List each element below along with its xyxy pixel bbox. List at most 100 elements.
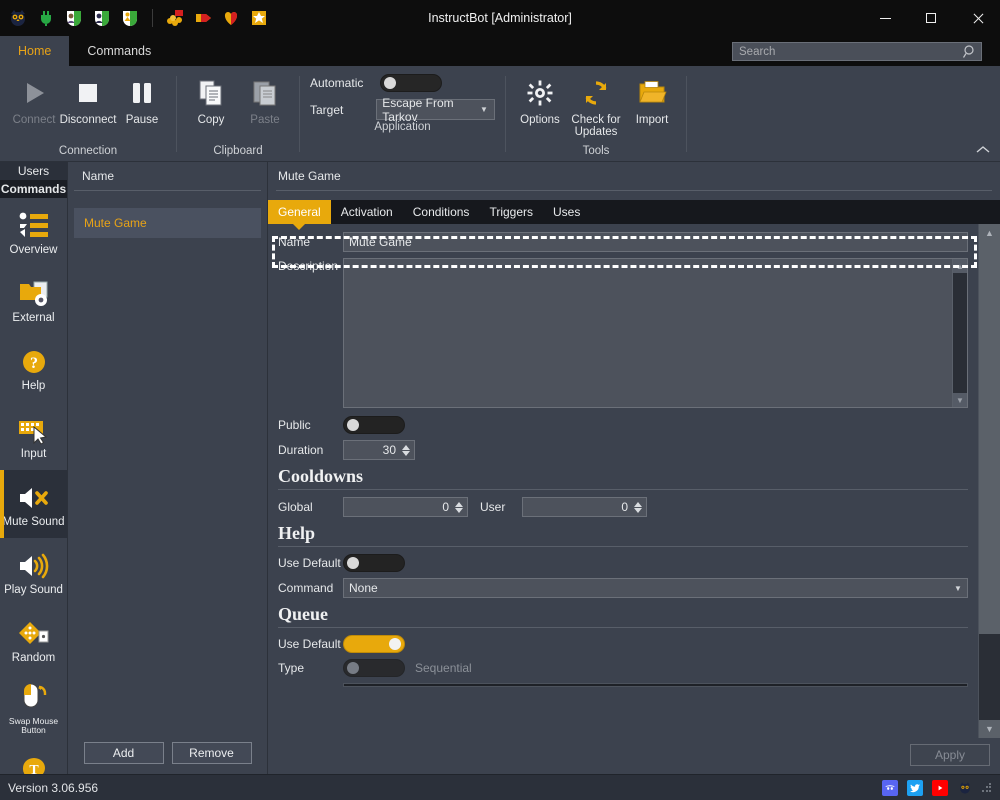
public-label: Public xyxy=(278,418,311,432)
sidebar-item-play-sound[interactable]: Play Sound xyxy=(0,538,67,606)
automatic-row: Automatic xyxy=(310,74,495,92)
profile-purple-icon[interactable] xyxy=(92,8,112,28)
disconnect-button[interactable]: Disconnect xyxy=(60,72,116,126)
target-combobox[interactable]: Escape From Tarkov ▼ xyxy=(376,96,495,124)
profile-green-icon[interactable] xyxy=(64,8,84,28)
badge-orange-icon[interactable] xyxy=(193,8,213,28)
ribbon-tab-commands[interactable]: Commands xyxy=(69,36,169,66)
play-icon xyxy=(19,76,49,110)
youtube-icon[interactable] xyxy=(932,779,948,796)
pause-button[interactable]: Pause xyxy=(116,72,168,126)
paste-button[interactable]: Paste xyxy=(239,72,291,126)
owl-logo-icon[interactable] xyxy=(8,8,28,28)
duration-stepper[interactable]: 30 xyxy=(343,440,415,460)
command-value: None xyxy=(349,581,378,595)
sidebar-header-users[interactable]: Users xyxy=(0,162,67,180)
sidebar-header-commands[interactable]: Commands xyxy=(0,180,67,198)
type-toggle[interactable] xyxy=(343,659,405,677)
sidebar-headers: Users Commands xyxy=(0,162,67,198)
add-button[interactable]: Add xyxy=(83,742,164,764)
detail-scrollbar[interactable]: ▲ ▼ xyxy=(978,224,1000,738)
twitter-icon[interactable] xyxy=(907,779,923,796)
heart-icon[interactable] xyxy=(221,8,241,28)
close-button[interactable] xyxy=(954,0,1000,36)
queue-use-default-toggle[interactable] xyxy=(343,635,405,653)
tab-triggers[interactable]: Triggers xyxy=(479,200,543,224)
apply-button[interactable]: Apply xyxy=(910,744,990,766)
sidebar-item-external[interactable]: External xyxy=(0,266,67,334)
description-label: Description xyxy=(278,259,339,273)
sidebar-label-help: Help xyxy=(21,379,46,392)
scroll-down-icon[interactable]: ▼ xyxy=(953,393,967,407)
sidebar: Users Commands Overview External ? Help xyxy=(0,162,68,774)
svg-text:T: T xyxy=(29,763,39,775)
scroll-thumb[interactable] xyxy=(979,242,1000,634)
search-icon[interactable] xyxy=(962,44,978,60)
ribbon-collapse-icon[interactable] xyxy=(976,145,990,158)
user-cooldown-value: 0 xyxy=(621,500,628,514)
check-for-updates-button[interactable]: Check for Updates xyxy=(568,72,624,138)
tab-activation[interactable]: Activation xyxy=(331,200,403,224)
type-value: Sequential xyxy=(415,661,472,675)
description-textarea[interactable]: ▲ ▼ xyxy=(343,258,968,408)
plug-icon[interactable] xyxy=(36,8,56,28)
resize-grip[interactable] xyxy=(982,782,992,793)
gear-icon xyxy=(526,76,554,110)
discord-icon[interactable] xyxy=(882,779,898,796)
speaker-play-icon xyxy=(17,549,51,583)
horizontal-scrollbar[interactable] xyxy=(343,683,968,687)
public-toggle[interactable] xyxy=(343,416,405,434)
detail-title-divider xyxy=(276,190,992,191)
sidebar-item-overview[interactable]: Overview xyxy=(0,198,67,266)
list-header-divider xyxy=(74,190,261,191)
copy-button[interactable]: Copy xyxy=(185,72,237,126)
scroll-thumb[interactable] xyxy=(953,273,967,393)
minimize-button[interactable] xyxy=(862,0,908,36)
scroll-down-icon[interactable]: ▼ xyxy=(979,720,1000,738)
stepper-arrows[interactable] xyxy=(453,501,467,513)
command-combobox[interactable]: None ▼ xyxy=(343,578,968,598)
stepper-arrows[interactable] xyxy=(632,501,646,513)
sidebar-item-random[interactable]: Random xyxy=(0,606,67,674)
name-input[interactable]: Mute Game xyxy=(343,232,968,252)
import-label: Import xyxy=(635,114,669,126)
star-badge-icon[interactable] xyxy=(249,8,269,28)
sidebar-item-text[interactable]: T Text xyxy=(0,742,67,774)
ribbon-tab-home[interactable]: Home xyxy=(0,36,70,66)
scroll-up-icon[interactable]: ▲ xyxy=(979,224,1000,242)
quick-access-toolbar xyxy=(0,0,269,36)
options-button[interactable]: Options xyxy=(514,72,566,126)
target-row: Target Escape From Tarkov ▼ xyxy=(310,96,495,124)
scroll-up-icon[interactable]: ▲ xyxy=(953,259,967,273)
help-use-default-toggle[interactable] xyxy=(343,554,405,572)
automatic-toggle[interactable] xyxy=(380,74,442,92)
ribbon-group-label-application: Application xyxy=(374,121,431,133)
sidebar-item-input[interactable]: Input xyxy=(0,402,67,470)
tab-general[interactable]: General xyxy=(268,200,331,230)
user-cooldown-stepper[interactable]: 0 xyxy=(522,497,647,517)
search-input[interactable] xyxy=(733,45,962,58)
owl-logo-icon[interactable] xyxy=(957,780,973,796)
sidebar-label-external: External xyxy=(12,311,55,324)
list-item[interactable]: Mute Game xyxy=(74,208,261,238)
speaker-mute-icon xyxy=(17,481,51,515)
coins-icon[interactable] xyxy=(165,8,185,28)
sidebar-item-mute-sound[interactable]: Mute Sound xyxy=(0,470,67,538)
sidebar-item-help[interactable]: ? Help xyxy=(0,334,67,402)
global-cooldown-stepper[interactable]: 0 xyxy=(343,497,468,517)
person-yellow-icon[interactable] xyxy=(120,8,140,28)
description-scrollbar[interactable]: ▲ ▼ xyxy=(952,259,967,407)
connect-button[interactable]: Connect xyxy=(8,72,60,126)
remove-button[interactable]: Remove xyxy=(171,742,252,764)
connect-label: Connect xyxy=(12,114,56,126)
ribbon-group-label-tools: Tools xyxy=(582,145,610,157)
duration-value: 30 xyxy=(382,443,396,457)
help-use-default-label: Use Default xyxy=(278,556,341,570)
maximize-button[interactable] xyxy=(908,0,954,36)
import-button[interactable]: Import xyxy=(626,72,678,126)
tab-uses[interactable]: Uses xyxy=(543,200,590,224)
tab-conditions[interactable]: Conditions xyxy=(403,200,480,224)
search-box[interactable] xyxy=(732,42,982,61)
sidebar-item-swap-mouse-button[interactable]: Swap Mouse Button xyxy=(0,674,67,742)
stepper-arrows[interactable] xyxy=(400,444,414,456)
